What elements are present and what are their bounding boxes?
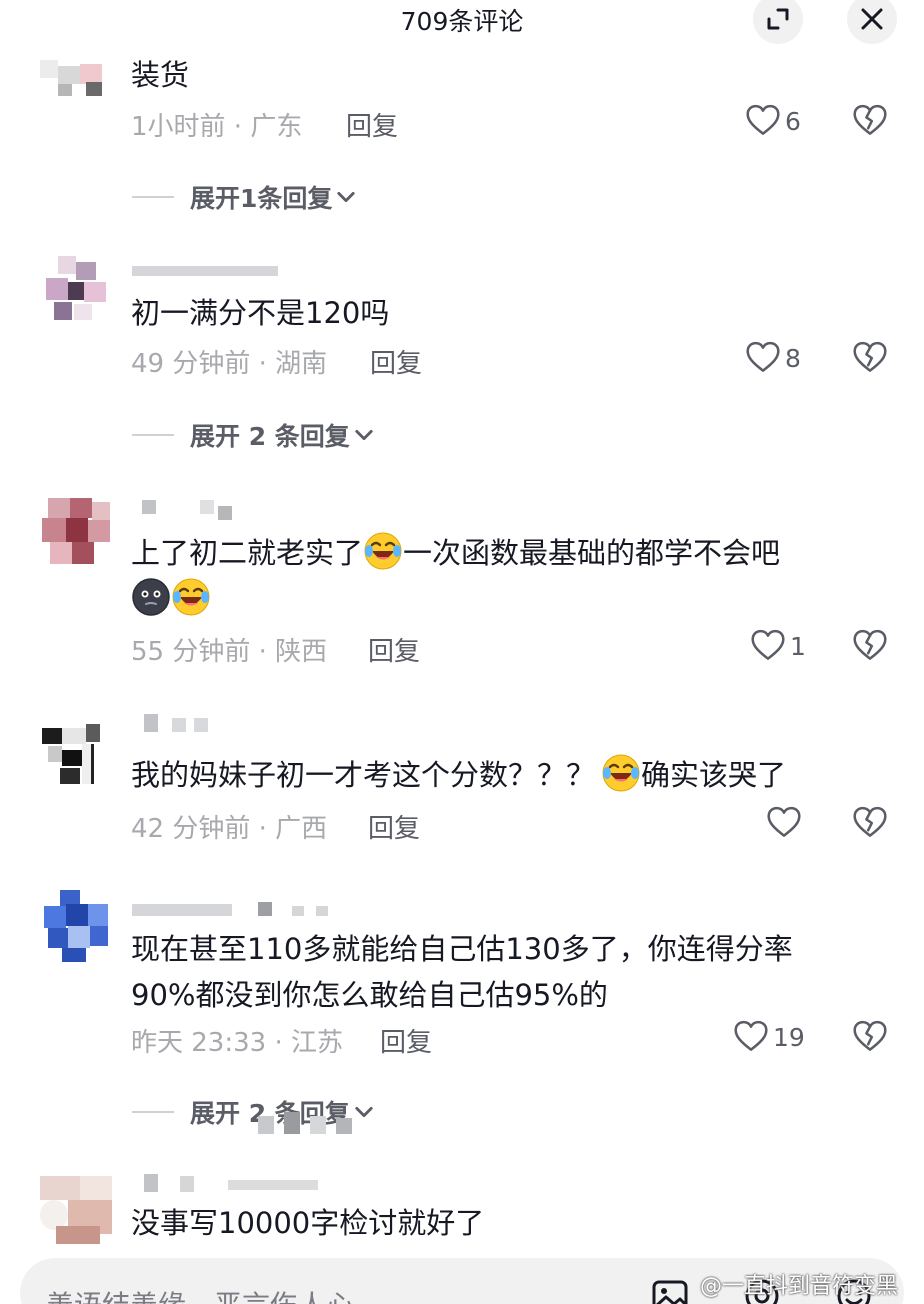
reply-button[interactable]: 回复 xyxy=(368,631,420,668)
broken-heart-icon[interactable] xyxy=(852,1019,888,1055)
like-button[interactable]: 8 xyxy=(745,340,801,376)
comment-text: 我的妈妹子初一才考这个分数？？？ 确实该哭了 xyxy=(131,752,871,798)
username-blurred[interactable] xyxy=(132,262,282,278)
comments-header: 709条评论 xyxy=(0,0,924,44)
avatar[interactable] xyxy=(40,1176,112,1244)
divider xyxy=(132,196,174,198)
like-button[interactable]: 19 xyxy=(733,1019,805,1055)
watermark: @一直抖到音符变黑 xyxy=(700,1274,899,1299)
like-count: 8 xyxy=(785,343,801,373)
laugh-emoji xyxy=(363,531,403,571)
heart-icon xyxy=(766,805,802,841)
comment-region: 广东 xyxy=(250,112,303,142)
reply-button[interactable]: 回复 xyxy=(346,106,398,143)
broken-heart-icon[interactable] xyxy=(852,103,888,139)
comment-time: 55 分钟前 xyxy=(131,637,251,667)
comment-meta: 1小时前 · 广东 xyxy=(131,112,303,142)
like-count: 1 xyxy=(790,631,806,661)
divider xyxy=(132,1111,174,1113)
comment-meta: 昨天 23:33 · 江苏 xyxy=(131,1028,344,1058)
username-blurred[interactable] xyxy=(132,500,242,522)
image-icon[interactable] xyxy=(650,1276,690,1304)
comment-region: 广西 xyxy=(275,814,328,844)
avatar[interactable] xyxy=(40,720,112,792)
like-count: 19 xyxy=(773,1022,805,1052)
heart-icon xyxy=(745,340,781,376)
close-icon xyxy=(861,8,883,30)
comment-time: 42 分钟前 xyxy=(131,814,251,844)
expand-replies-label: 展开 2 条回复 xyxy=(190,422,350,451)
comment-meta: 42 分钟前 · 广西 xyxy=(131,814,328,844)
reply-button[interactable]: 回复 xyxy=(368,808,420,845)
broken-heart-icon[interactable] xyxy=(852,340,888,376)
avatar[interactable] xyxy=(40,890,112,962)
comment-time: 49 分钟前 xyxy=(131,349,251,379)
comment-text: 现在甚至110多就能给自己估130多了，你连得分率 90%都没到你怎么敢给自己估… xyxy=(131,932,793,1012)
username-blurred[interactable] xyxy=(132,714,242,736)
like-count: 6 xyxy=(785,106,801,136)
reply-button[interactable]: 回复 xyxy=(370,343,422,380)
comment-region: 江苏 xyxy=(291,1028,344,1058)
like-button[interactable]: 6 xyxy=(745,103,801,139)
broken-heart-icon[interactable] xyxy=(852,805,888,841)
like-button[interactable] xyxy=(766,805,802,841)
like-button[interactable]: 1 xyxy=(750,628,806,664)
comment-time: 1小时前 xyxy=(131,112,226,142)
avatar[interactable] xyxy=(40,58,112,100)
pixelated-overlay xyxy=(258,1112,358,1136)
username-blurred[interactable] xyxy=(132,900,332,920)
laugh-emoji xyxy=(171,577,211,617)
heart-icon xyxy=(745,103,781,139)
comment-text: 上了初二就老实了 一次函数最基础的都学不会吧 xyxy=(131,530,871,622)
comment-time: 昨天 23:33 xyxy=(131,1028,267,1058)
divider xyxy=(132,434,174,436)
heart-icon xyxy=(750,628,786,664)
heart-icon xyxy=(733,1019,769,1055)
broken-heart-icon[interactable] xyxy=(852,628,888,664)
comment-text: 初一满分不是120吗 xyxy=(131,296,390,330)
comment-text: 装货 xyxy=(131,58,190,92)
expand-replies[interactable]: 展开 2 条回复 xyxy=(132,417,376,453)
reply-button[interactable]: 回复 xyxy=(380,1022,432,1059)
expand-replies-label: 展开1条回复 xyxy=(190,184,333,213)
expand-replies[interactable]: 展开1条回复 xyxy=(132,179,358,215)
comment-meta: 49 分钟前 · 湖南 xyxy=(131,349,328,379)
dark-face-emoji xyxy=(131,577,171,617)
comment-text: 没事写10000字检讨就好了 xyxy=(131,1206,485,1240)
comment-input[interactable]: 善语结善缘，恶言伤人心 xyxy=(46,1284,354,1304)
expand-icon xyxy=(767,8,789,30)
avatar[interactable] xyxy=(40,498,112,570)
avatar[interactable] xyxy=(40,256,112,328)
comment-meta: 55 分钟前 · 陕西 xyxy=(131,637,328,667)
comment-region: 陕西 xyxy=(275,637,328,667)
chevron-down-icon xyxy=(334,185,358,209)
chevron-down-icon xyxy=(352,423,376,447)
username-blurred[interactable] xyxy=(132,1174,322,1194)
comment-region: 湖南 xyxy=(275,349,328,379)
laugh-emoji xyxy=(601,753,641,793)
